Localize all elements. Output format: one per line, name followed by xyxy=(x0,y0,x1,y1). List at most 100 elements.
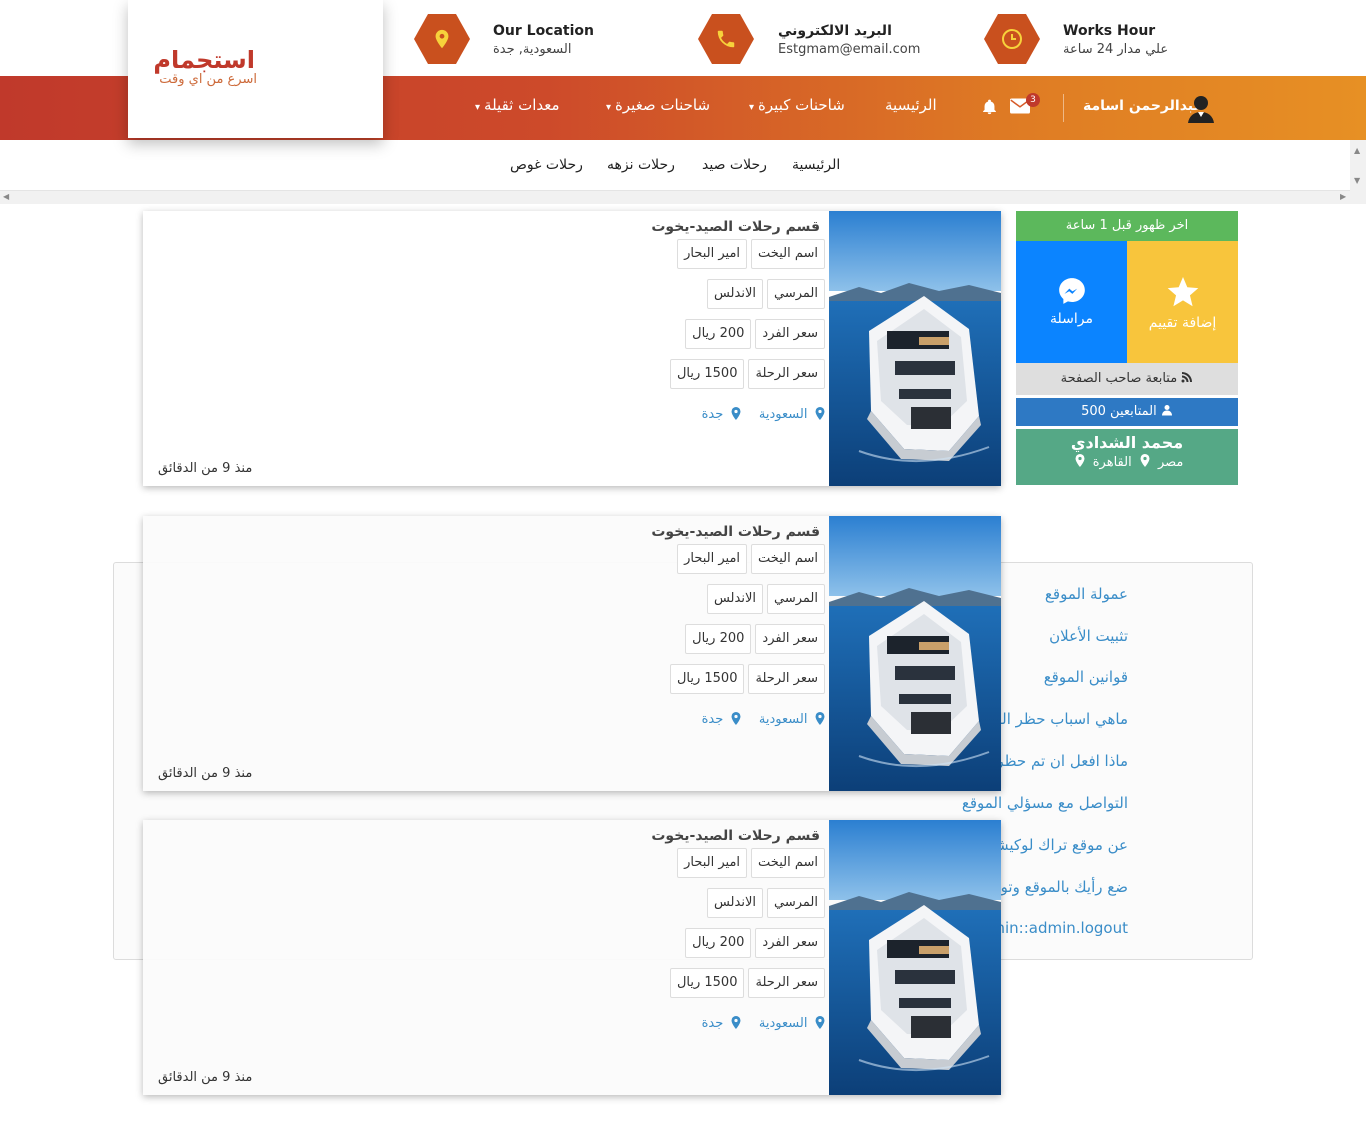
info-email: البريد الالكتروني Estgmam@email.com xyxy=(698,14,920,64)
help-link-contact-admins[interactable]: التواصل مع مسؤلي الموقع xyxy=(962,794,1128,812)
location-pin-icon xyxy=(726,407,741,422)
listing-cell-value: 1500 ريال xyxy=(669,359,745,389)
listing-cell-value: امير البحار xyxy=(677,239,748,269)
listing-country[interactable]: السعودية xyxy=(759,712,825,727)
listing-city[interactable]: جدة xyxy=(702,712,741,727)
listing-city[interactable]: جدة xyxy=(702,1016,741,1031)
listing-city[interactable]: جدة xyxy=(702,407,741,422)
listing-cell-label: سعر الرحلة xyxy=(748,968,825,998)
last-seen-bar: اخر ظهور قبل 1 ساعة xyxy=(1016,211,1238,241)
scroll-right-icon[interactable]: ▶ xyxy=(1340,192,1346,201)
owner-city: القاهرة xyxy=(1092,455,1132,470)
rss-icon xyxy=(1177,371,1193,386)
listing-title[interactable]: قسم رحلات الصيد-يخوت xyxy=(651,524,820,540)
location-pin-icon xyxy=(1071,454,1089,470)
messenger-icon xyxy=(1058,278,1085,304)
listing-cell-label: اسم اليخت xyxy=(751,239,825,269)
listing-time: منذ 9 من الدقائق xyxy=(158,461,253,476)
listing-card[interactable]: قسم رحلات الصيد-يخوت اسم اليخت امير البح… xyxy=(143,516,1001,791)
submenu-vertical-scrollbar[interactable]: ▲ ▼ xyxy=(1350,140,1366,204)
listing-cell-label: سعر الفرد xyxy=(755,928,825,958)
bell-icon[interactable] xyxy=(981,98,998,120)
user-avatar-icon[interactable] xyxy=(1185,92,1217,128)
location-value: السعودية, جدة xyxy=(493,42,572,57)
help-link-commission[interactable]: عمولة الموقع xyxy=(1045,585,1128,603)
follow-owner-button[interactable]: متابعة صاحب الصفحة xyxy=(1016,363,1238,395)
yacht-image[interactable] xyxy=(829,516,1001,791)
listing-cell-label: سعر الرحلة xyxy=(748,359,825,389)
owner-country: مصر xyxy=(1157,455,1184,470)
owner-info: محمد الشدادي مصر القاهرة xyxy=(1016,429,1238,485)
listing-cell-label: اسم اليخت xyxy=(751,848,825,878)
listing-location: السعودية جدة xyxy=(688,407,825,422)
scroll-down-icon[interactable]: ▼ xyxy=(1354,176,1360,185)
listing-card[interactable]: قسم رحلات الصيد-يخوت اسم اليخت امير البح… xyxy=(143,820,1001,1095)
followers-count[interactable]: المتابعين 500 xyxy=(1016,398,1238,426)
listing-cell-label: سعر الرحلة xyxy=(748,664,825,694)
yacht-image[interactable] xyxy=(829,211,1001,486)
listing-time: منذ 9 من الدقائق xyxy=(158,1070,253,1085)
submenu-horizontal-scrollbar[interactable]: ◀ ▶ xyxy=(0,190,1350,204)
listing-location: السعودية جدة xyxy=(688,1016,825,1031)
location-title: Our Location xyxy=(493,23,595,39)
listing-card[interactable]: قسم رحلات الصيد-يخوت اسم اليخت امير البح… xyxy=(143,211,1001,486)
followers-label: المتابعين 500 xyxy=(1081,404,1157,419)
phone-icon xyxy=(698,14,754,64)
listing-cell-label: المرسي xyxy=(767,279,825,309)
submenu-home[interactable]: الرئيسية xyxy=(792,157,840,173)
location-pin-icon xyxy=(810,1016,825,1031)
nav-large-trucks[interactable]: شاحنات كبيرة▾ xyxy=(749,96,845,114)
logo-slogan: اسرع من اي وقت xyxy=(159,72,257,87)
hours-title: Works Hour xyxy=(1063,23,1156,39)
listing-row-trip-price: سعر الرحلة 1500 ريال xyxy=(669,664,825,694)
listing-row-person-price: سعر الفرد 200 ريال xyxy=(685,928,825,958)
listing-cell-label: سعر الفرد xyxy=(755,319,825,349)
location-pin-icon xyxy=(1132,454,1154,470)
listing-cell-value: امير البحار xyxy=(677,848,748,878)
logo-name: استجمام xyxy=(153,46,255,74)
listing-location: السعودية جدة xyxy=(688,712,825,727)
listing-row-yacht-name: اسم اليخت امير البحار xyxy=(677,239,825,269)
message-button[interactable]: مراسلة xyxy=(1016,241,1127,363)
submenu-leisure-trips[interactable]: رحلات نزهه xyxy=(607,157,675,173)
star-icon xyxy=(1167,277,1198,307)
info-location: Our Location السعودية, جدة xyxy=(414,14,594,64)
listing-cell-value: امير البحار xyxy=(677,544,748,574)
listing-title[interactable]: قسم رحلات الصيد-يخوت xyxy=(651,219,820,235)
submenu-fishing-trips[interactable]: رحلات صيد xyxy=(702,157,767,173)
help-link-rules[interactable]: قوانين الموقع xyxy=(1044,668,1128,686)
nav-small-trucks[interactable]: شاحنات صغيرة▾ xyxy=(606,96,710,114)
scroll-left-icon[interactable]: ◀ xyxy=(3,192,9,201)
user-icon xyxy=(1157,404,1173,419)
owner-location: مصر القاهرة xyxy=(1016,454,1238,470)
listing-cell-value: الاندلس xyxy=(706,888,763,918)
scroll-up-icon[interactable]: ▲ xyxy=(1354,146,1360,155)
listing-cell-value: 1500 ريال xyxy=(669,968,745,998)
listing-country[interactable]: السعودية xyxy=(759,407,825,422)
email-title: البريد الالكتروني xyxy=(778,23,892,39)
logo-card[interactable]: استجمام اسرع من اي وقت xyxy=(128,0,383,138)
help-link-pin-ad[interactable]: تثبيت الأعلان xyxy=(1049,627,1128,645)
yacht-image[interactable] xyxy=(829,820,1001,1095)
chevron-down-icon: ▾ xyxy=(606,102,612,113)
sub-menu: رحلات غوص رحلات نزهه رحلات صيد الرئيسية xyxy=(0,140,1366,190)
nav-heavy-equipment[interactable]: معدات ثقيلة▾ xyxy=(475,96,560,114)
add-rating-button[interactable]: إضافة تقييم xyxy=(1127,241,1238,363)
listing-row-marina: المرسي الاندلس xyxy=(706,888,825,918)
email-value[interactable]: Estgmam@email.com xyxy=(778,42,920,57)
location-pin-icon xyxy=(810,407,825,422)
listing-title[interactable]: قسم رحلات الصيد-يخوت xyxy=(651,828,820,844)
listing-cell-value: الاندلس xyxy=(706,584,763,614)
mail-count-badge: 3 xyxy=(1026,93,1040,107)
nav-home[interactable]: الرئيسية xyxy=(885,96,937,114)
listing-country[interactable]: السعودية xyxy=(759,1016,825,1031)
chevron-down-icon: ▾ xyxy=(749,102,755,113)
nav-divider xyxy=(1063,94,1064,122)
chevron-down-icon: ▾ xyxy=(475,102,481,113)
listing-cell-label: سعر الفرد xyxy=(755,624,825,654)
owner-name[interactable]: محمد الشدادي xyxy=(1016,433,1238,452)
submenu-diving-trips[interactable]: رحلات غوص xyxy=(510,157,583,173)
message-label: مراسلة xyxy=(1050,311,1093,327)
hours-value: علي مدار 24 ساعة xyxy=(1063,42,1169,57)
help-link-about[interactable]: عن موقع تراك لوكيشن xyxy=(985,836,1128,854)
